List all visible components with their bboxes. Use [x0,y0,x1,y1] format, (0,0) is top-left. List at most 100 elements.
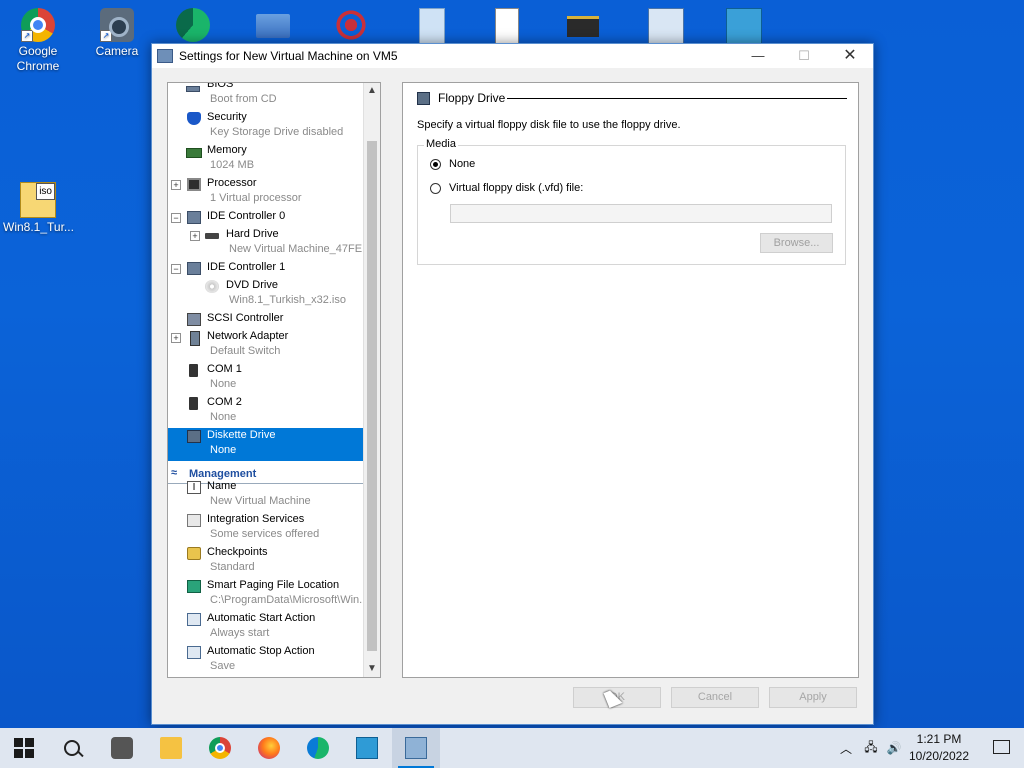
tree-item-processor[interactable]: + Processor 1 Virtual processor [168,176,363,209]
taskbar-hyper-v-manager[interactable] [343,728,391,768]
smart-paging-icon [187,580,201,593]
radio-vfd-label: Virtual floppy disk (.vfd) file: [449,182,584,194]
tree-item-integration-services[interactable]: Integration Services Some services offer… [168,512,363,545]
tree-item-automatic-stop-action[interactable]: Automatic Stop Action Save [168,644,363,677]
tree-item-automatic-start-action[interactable]: Automatic Start Action Always start [168,611,363,644]
apply-button[interactable]: Apply [769,687,857,708]
desktop-icon-label: Camera [95,44,139,58]
taskbar-edge[interactable] [294,728,342,768]
folder-icon [160,737,182,759]
browse-button[interactable]: Browse... [760,233,833,253]
tree-item-sub: Boot from CD [210,93,277,105]
collapse-toggle[interactable]: − [171,213,181,223]
clock[interactable]: 1:21 PM 10/20/2022 [898,731,980,765]
scroll-down-icon[interactable]: ▼ [364,661,380,677]
tree-item-label: SCSI Controller [207,312,284,324]
tree-item-com-2[interactable]: COM 2 None [168,395,363,428]
tree-item-sub: Standard [210,561,255,573]
integration-services-icon [187,514,201,527]
tree-item-sub: Win8.1_Turkish_x32.iso [229,294,346,306]
desktop-icon-chrome[interactable]: ↗ Google Chrome [3,2,73,74]
taskbar-firefox[interactable] [245,728,293,768]
vfd-path-input[interactable] [450,204,832,223]
tree-item-diskette-drive[interactable]: Diskette Drive None [168,428,363,461]
expand-toggle[interactable]: + [171,333,181,343]
tree-item-sub: C:\ProgramData\Microsoft\Win... [210,594,365,606]
title-bar[interactable]: Settings for New Virtual Machine on VM5 … [152,44,873,68]
iso-file-icon: iso [20,182,56,218]
pane-title: Floppy Drive [438,91,506,105]
document-icon[interactable] [495,8,519,44]
tree-item-sub: New Virtual Machine_47FE... [229,243,369,255]
firefox-icon [258,737,280,759]
tray-overflow-chevron[interactable]: ︿ [836,728,856,768]
floppy-icon [187,430,201,443]
cancel-button[interactable]: Cancel [671,687,759,708]
camera-icon [111,737,133,759]
tree-item-checkpoints[interactable]: Checkpoints Standard [168,545,363,578]
tree-item-sub: None [210,444,237,456]
network-icon[interactable]: 🖧 [860,728,882,768]
shortcut-arrow-icon: ↗ [21,30,33,42]
tree-item-memory[interactable]: Memory 1024 MB [168,143,363,176]
scrollbar-thumb[interactable] [367,141,377,651]
maximize-button[interactable]: ☐ [781,44,827,68]
tree-item-label: COM 2 [207,396,242,408]
desktop-icon-camera[interactable]: ↗ Camera [82,2,152,59]
desktop-icon-iso[interactable]: iso Win8.1_Tur... [3,176,74,235]
tree-item-dvd-drive[interactable]: DVD Drive Win8.1_Turkish_x32.iso [168,278,363,311]
header-rule [507,98,847,99]
hyper-v-manager-icon[interactable] [726,8,762,44]
taskbar-chrome[interactable] [196,728,244,768]
tree-item-network-adapter[interactable]: + Network Adapter Default Switch [168,329,363,362]
expand-toggle[interactable]: + [171,180,181,190]
desktop-icon-label: Win8.1_Tur... [3,220,74,234]
shield-icon [187,112,201,125]
com-port-icon [189,397,198,410]
edge-dev-icon[interactable] [176,8,210,42]
laptop-icon[interactable] [256,14,290,38]
tree-item-smart-paging[interactable]: Smart Paging File Location C:\ProgramDat… [168,578,365,611]
tree-item-sub: None [210,378,237,390]
pane-description: Specify a virtual floppy disk file to us… [417,119,681,131]
tree-item-label: Checkpoints [207,546,268,558]
search-button[interactable] [48,728,96,768]
radio-vfd-file[interactable]: Virtual floppy disk (.vfd) file: [430,182,730,198]
notification-center-button[interactable] [980,728,1024,768]
tree-item-hard-drive[interactable]: + Hard Drive New Virtual Machine_47FE... [168,227,369,260]
notification-icon [993,740,1010,754]
settings-window: Settings for New Virtual Machine on VM5 … [151,43,874,725]
media-group: Media None Virtual floppy disk (.vfd) fi… [417,138,846,265]
tree-item-name[interactable]: I Name New Virtual Machine [168,479,363,512]
collapse-toggle[interactable]: − [171,264,181,274]
automatic-start-icon [187,613,201,626]
taskbar-vm-settings[interactable] [392,728,440,768]
tree-item-scsi-controller[interactable]: SCSI Controller [168,311,363,329]
tree-item-bios[interactable]: BIOS Boot from CD [168,83,363,110]
tree-item-ide-controller-1[interactable]: − IDE Controller 1 [168,260,363,278]
clock-date: 10/20/2022 [908,749,970,763]
tree-item-sub: New Virtual Machine [210,495,311,507]
memory-icon [186,148,202,158]
taskbar-file-explorer[interactable] [147,728,195,768]
radio-none-label: None [449,158,476,170]
tree-scrollbar[interactable]: ▲ ▼ [363,83,380,677]
recycle-bin-icon[interactable] [419,8,445,44]
target-icon[interactable] [334,8,368,42]
network-adapter-icon [190,331,200,346]
computer-management-icon[interactable] [648,8,684,44]
expand-toggle[interactable]: + [190,231,200,241]
tree-item-ide-controller-0[interactable]: − IDE Controller 0 [168,209,363,227]
tree-item-label: Hard Drive [226,228,279,240]
radio-none[interactable]: None [430,158,730,174]
taskbar-camera[interactable] [98,728,146,768]
tree-item-com-1[interactable]: COM 1 None [168,362,363,395]
com-port-icon [189,364,198,377]
close-button[interactable]: ✕ [827,44,873,68]
scroll-up-icon[interactable]: ▲ [364,83,380,99]
tree-item-security[interactable]: Security Key Storage Drive disabled [168,110,363,143]
processor-icon [187,178,201,191]
start-button[interactable] [0,728,48,768]
minimize-button[interactable]: — [735,44,781,68]
rom-chip-icon[interactable] [567,16,599,37]
